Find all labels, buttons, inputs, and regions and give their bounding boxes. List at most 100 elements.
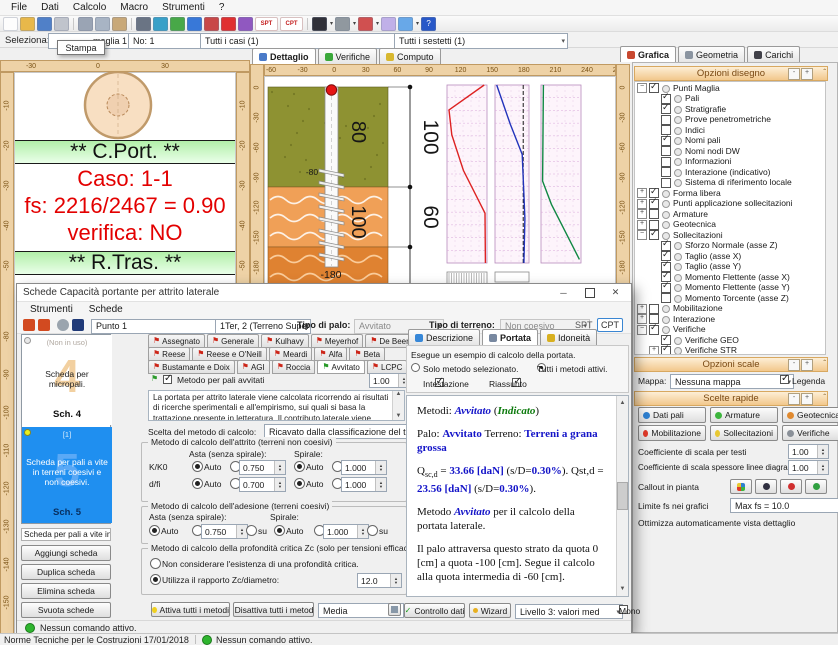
report-scrollbar[interactable]: ▲▼ [616, 396, 628, 596]
schede-list[interactable]: (Non in uso) 4 Scheda per micropali. Sch… [21, 334, 111, 524]
value-spinner[interactable]: 0.750▲▼ [201, 524, 248, 539]
collapse-icon[interactable]: ˆ [823, 393, 826, 402]
dropdown-arrow-icon[interactable]: ▾ [330, 20, 333, 27]
disattiva-metodi-button[interactable]: Disattiva tutti i metodi [233, 602, 314, 617]
save-icon[interactable] [37, 17, 52, 31]
shrink-icon[interactable]: - [788, 393, 800, 405]
su-radio[interactable] [246, 525, 257, 536]
spinner-arrows[interactable]: ▲▼ [817, 445, 828, 458]
method-tab-avvitato[interactable]: ⚑Avvitato [317, 360, 364, 374]
tree-item-verifiche-geo[interactable]: Verifiche GEO [635, 334, 825, 345]
shrink-icon[interactable]: - [788, 68, 800, 80]
tab-carichi[interactable]: Carichi [747, 46, 800, 62]
tree-checkbox[interactable] [661, 115, 671, 125]
close-button[interactable] [603, 284, 628, 301]
tree-checkbox[interactable] [649, 304, 659, 314]
method-tab-roccia[interactable]: ⚑Roccia [272, 360, 316, 374]
help-icon[interactable]: ? [421, 17, 436, 31]
duplica-scheda-button[interactable]: Duplica scheda [21, 564, 111, 580]
method-description[interactable]: La portata per attrito laterale viene ca… [148, 390, 405, 421]
quick-button-armature[interactable]: Armature [710, 407, 778, 423]
tree-checkbox[interactable] [649, 83, 659, 93]
cpt-button[interactable]: CPT [597, 318, 623, 332]
scheda-copy-icon[interactable] [23, 319, 35, 331]
grow-icon[interactable]: + [801, 393, 813, 405]
quick-button-mobilitazione[interactable]: Mobilitazione [638, 425, 706, 441]
description-scrollbar[interactable]: ▲▼ [392, 391, 404, 420]
tree-item-sistema-di-riferimento-locale[interactable]: Sistema di riferimento locale [635, 177, 825, 188]
open-folder-icon[interactable] [20, 17, 35, 31]
wizard-button[interactable]: Wizard [469, 603, 511, 618]
method-tab-agi[interactable]: ⚑AGI [237, 360, 270, 374]
tab-computo[interactable]: Computo [379, 48, 441, 64]
tree-checkbox[interactable] [661, 167, 671, 177]
tree-checkbox[interactable] [649, 325, 659, 335]
value-spinner[interactable]: 0.750▲▼ [239, 460, 286, 475]
shrink-icon[interactable]: - [788, 359, 800, 371]
tree-item-taglio-asse-x[interactable]: Taglio (asse X) [635, 250, 825, 261]
minimize-button[interactable] [551, 284, 576, 301]
su-radio[interactable] [367, 525, 378, 536]
method-tab-lcpc[interactable]: ⚑LCPC [367, 360, 408, 374]
globe-icon[interactable] [153, 17, 168, 31]
maximize-button[interactable] [577, 284, 602, 301]
limite-fs-combo[interactable]: Max fs = 10.0 [730, 498, 838, 513]
chart-small-button[interactable] [388, 603, 401, 616]
scelte-rapide-header[interactable]: Scelte rapide -+ ˆ [634, 391, 828, 406]
expand-node-icon[interactable]: + [637, 188, 647, 198]
value-spinner[interactable]: 0.700▲▼ [239, 477, 286, 492]
callout-red-button[interactable] [780, 479, 802, 494]
dropdown-arrow-icon[interactable]: ▾ [376, 20, 379, 27]
sphere-menu-icon[interactable] [312, 17, 327, 31]
sestetti-combo[interactable]: Tutti i sestetti (1) [394, 33, 568, 49]
metodo-avvitati-checkbox[interactable] [163, 375, 172, 384]
expand-node-icon[interactable]: + [637, 209, 647, 219]
tree-checkbox[interactable] [649, 209, 659, 219]
solo-metodo-radio[interactable] [411, 363, 420, 372]
tree-item-stratigrafie[interactable]: Stratigrafie [635, 103, 825, 114]
eraser-icon[interactable] [381, 17, 396, 31]
tree-checkbox[interactable] [661, 157, 671, 167]
menu-item-dati[interactable]: Dati [34, 1, 66, 14]
value-spinner[interactable]: 1.000▲▼ [341, 477, 387, 492]
chart-icon[interactable] [204, 17, 219, 31]
dropdown-arrow-icon[interactable]: ▾ [416, 20, 419, 27]
svuota-schede-button[interactable]: Svuota schede [21, 602, 111, 618]
tree-checkbox[interactable] [661, 146, 671, 156]
spinner-arrows[interactable]: ▲▼ [274, 461, 285, 474]
tree-item-informazioni[interactable]: Informazioni [635, 156, 825, 167]
cpt-icon[interactable]: CPT [280, 17, 303, 31]
tree-item-momento-torcente-asse-z[interactable]: Momento Torcente (asse Z) [635, 292, 825, 303]
auto-radio[interactable] [192, 461, 203, 472]
tree-item-mobilitazione[interactable]: +Mobilitazione [635, 303, 825, 314]
expand-node-icon[interactable]: + [637, 314, 647, 324]
tree-checkbox[interactable] [649, 199, 659, 209]
paste-icon[interactable] [112, 17, 127, 31]
punto-combo[interactable]: Punto 1 [91, 319, 231, 334]
zc-spinner[interactable]: 12.0▲▼ [357, 573, 402, 588]
method-tab-meardi[interactable]: ⚑Meardi [269, 347, 313, 361]
tree-item-interazione-indicativo[interactable]: Interazione (indicativo) [635, 166, 825, 177]
method-tab-generale[interactable]: ⚑Generale [207, 334, 259, 348]
dialog-title-bar[interactable]: Schede Capacità portante per attrito lat… [17, 284, 631, 302]
auto-radio[interactable] [192, 478, 203, 489]
tree-item-nomi-nodi-dw[interactable]: Nomi nodi DW [635, 145, 825, 156]
spinner-arrows[interactable]: ▲▼ [817, 461, 828, 474]
spinner-arrows[interactable]: ▲▼ [375, 461, 386, 474]
spinner-arrows[interactable]: ▲▼ [390, 574, 401, 587]
tree-item-punti-applicazione-sollecitazioni[interactable]: +Punti applicazione sollecitazioni [635, 198, 825, 209]
menu-item-calcolo[interactable]: Calcolo [66, 1, 113, 14]
method-tab-reese[interactable]: ⚑Reese [148, 347, 190, 361]
nodes-menu-icon[interactable] [358, 17, 373, 31]
menu-item-macro[interactable]: Macro [113, 1, 155, 14]
scatter-icon[interactable] [221, 17, 236, 31]
zc-ratio-radio[interactable] [150, 574, 161, 585]
tree-checkbox[interactable] [661, 178, 671, 188]
livello-combo[interactable]: Livello 3: valori med [515, 604, 623, 619]
tree-item-prove-penetrometriche[interactable]: Prove penetrometriche [635, 114, 825, 125]
tab-verifiche[interactable]: Verifiche [318, 48, 378, 64]
tab-grafica[interactable]: Grafica [620, 46, 676, 62]
value-spinner[interactable]: 1.000▲▼ [341, 460, 387, 475]
tree-item-interazione[interactable]: +Interazione [635, 313, 825, 324]
aggiungi-scheda-button[interactable]: Aggiungi scheda [21, 545, 111, 561]
